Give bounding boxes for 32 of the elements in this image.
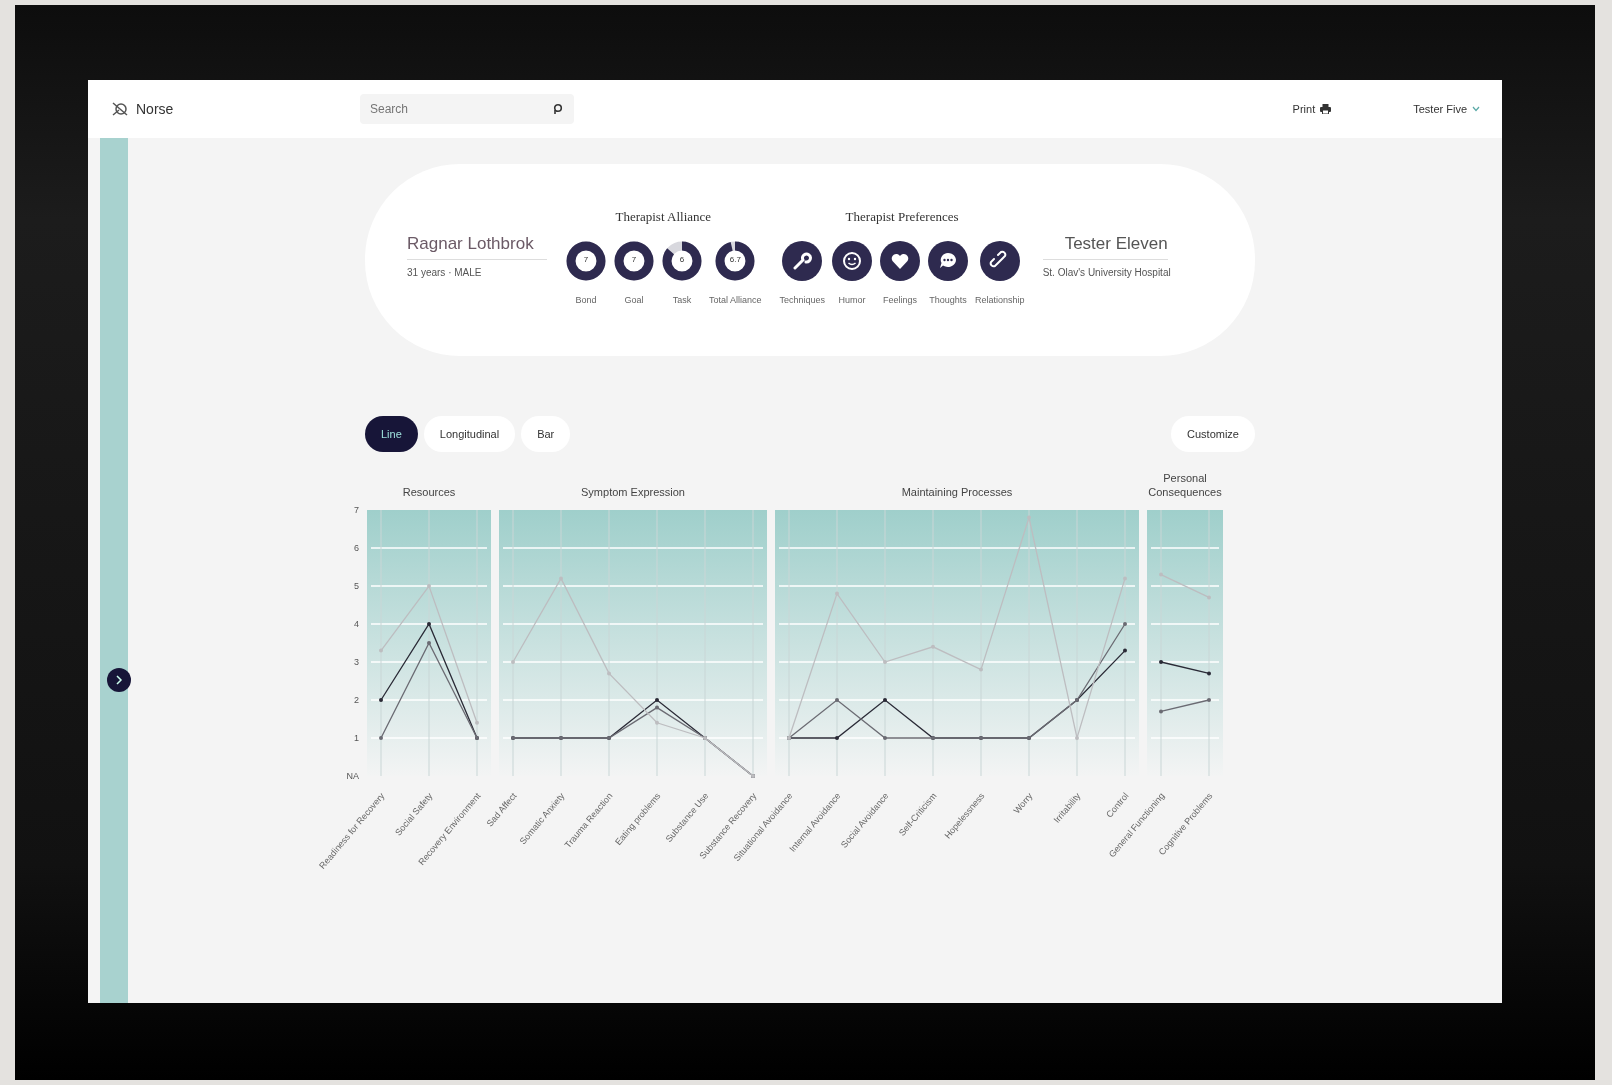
chart-title: Personal Consequences (1148, 472, 1222, 498)
score-value: 6.7 (729, 255, 741, 265)
y-tick-label: 2 (354, 695, 359, 705)
patient-name: Ragnar Lothbrok (407, 230, 547, 260)
chart-title: Symptom Expression (581, 486, 685, 498)
score-label: Goal (624, 295, 644, 305)
score-label: Bond (575, 295, 597, 305)
score-value: 7 (631, 255, 637, 265)
y-tick-label: NA (346, 771, 359, 781)
y-tick-label: 5 (354, 581, 359, 591)
chart-title: Maintaining Processes (901, 486, 1013, 498)
patient-details: 31 years · MALE (407, 265, 483, 280)
score-value: 7 (583, 255, 589, 265)
therapist-details: St. Olav's University Hospital (1042, 265, 1168, 280)
section-title: Therapist Preferences (845, 209, 959, 225)
y-tick-label: 6 (354, 543, 359, 553)
brand-name: Norse (136, 101, 174, 117)
y-tick-label: 3 (354, 657, 359, 667)
preference-label: Feelings (883, 295, 918, 305)
y-tick-label: 4 (354, 619, 359, 629)
preference-label: Humor (838, 295, 866, 305)
y-tick-label: 7 (354, 505, 359, 515)
y-tick-label: 1 (354, 733, 359, 743)
score-value: 6 (679, 255, 685, 265)
preference-label: Thoughts (929, 295, 967, 305)
section-title: Therapist Alliance (615, 209, 712, 225)
score-label: Total Alliance (709, 295, 762, 305)
preference-label: Relationship (975, 295, 1025, 305)
therapist-name: Tester Eleven (1042, 230, 1168, 260)
chart-title: Resources (402, 486, 456, 498)
score-label: Task (672, 295, 692, 305)
preference-label: Techniques (779, 295, 826, 305)
